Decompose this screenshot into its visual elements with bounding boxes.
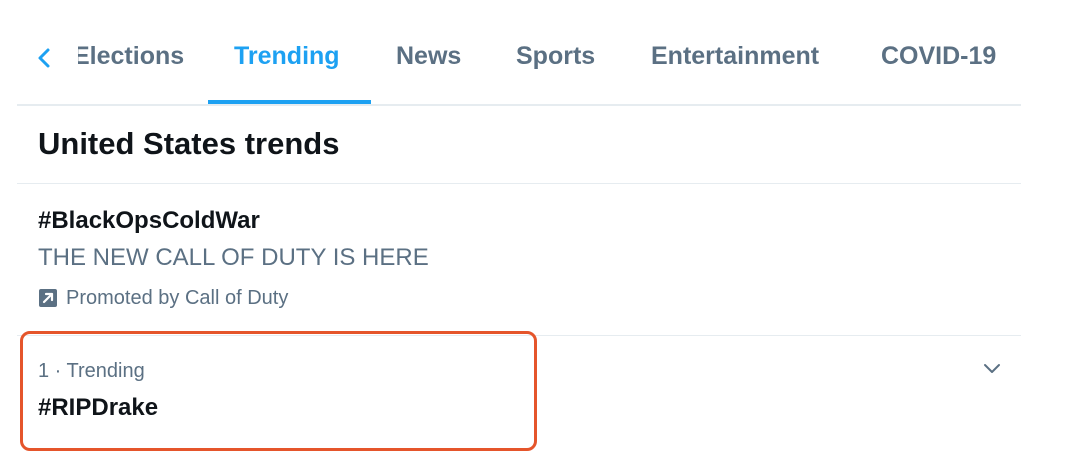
trend-description: THE NEW CALL OF DUTY IS HERE (38, 244, 429, 271)
tab-covid-19[interactable]: COVID-19 (881, 42, 996, 71)
tab-entertainment[interactable]: Entertainment (651, 42, 819, 71)
explore-tabs: Elections Trending News Sports Entertain… (17, 0, 1021, 106)
chevron-left-icon (38, 48, 50, 68)
promoted-label: Promoted by Call of Duty (38, 286, 288, 310)
chevron-down-icon (984, 364, 1000, 373)
promoted-text: Promoted by Call of Duty (66, 286, 289, 309)
tab-trending[interactable]: Trending (234, 42, 340, 71)
tab-elections[interactable]: Elections (78, 42, 184, 71)
highlight-box (20, 331, 537, 451)
tab-sports[interactable]: Sports (516, 42, 595, 71)
trend-name[interactable]: #BlackOpsColdWar (38, 207, 260, 235)
tab-news[interactable]: News (396, 42, 461, 71)
explore-panel: Elections Trending News Sports Entertain… (17, 0, 1021, 451)
trend-more-button[interactable] (980, 356, 1004, 380)
promoted-arrow-icon (39, 289, 57, 307)
active-tab-indicator (208, 100, 371, 104)
scroll-tabs-left-button[interactable] (31, 40, 59, 76)
section-title: United States trends (38, 126, 340, 161)
divider (17, 183, 1021, 184)
